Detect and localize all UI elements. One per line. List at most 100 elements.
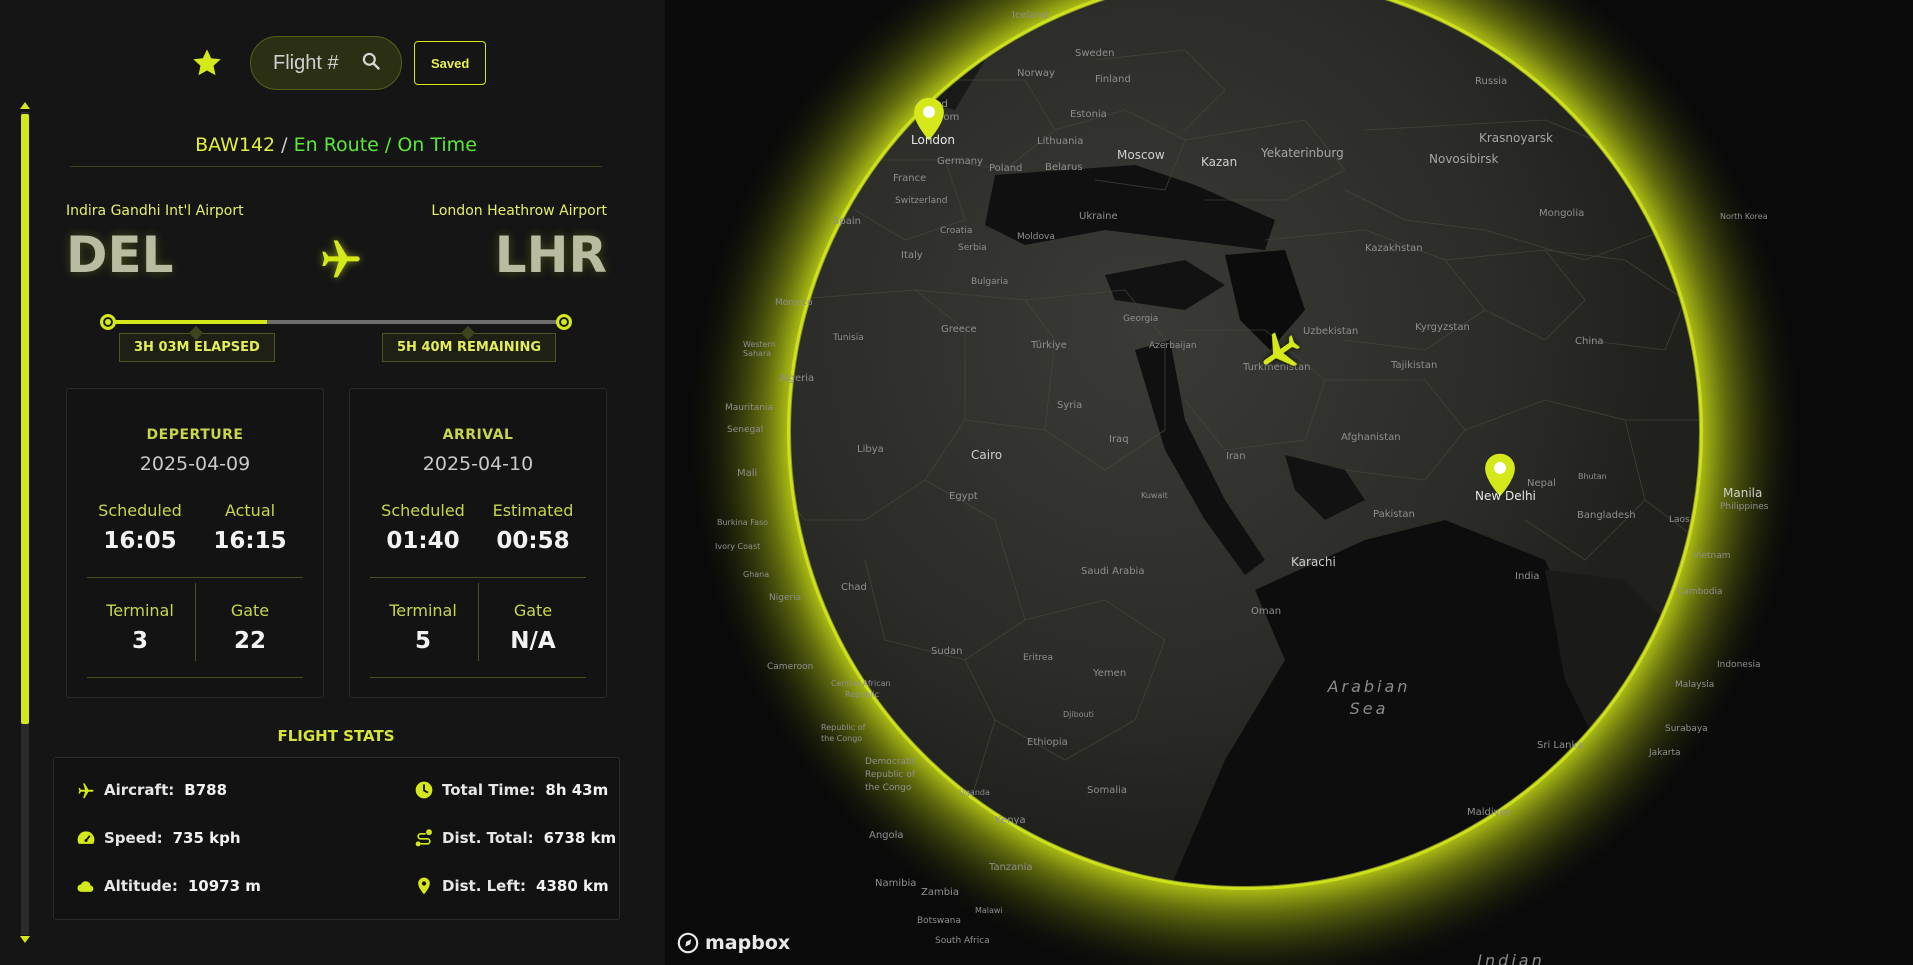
stat-altitude: Altitude: 10973 m [76,876,261,896]
flight-search-box[interactable] [250,36,402,90]
map-label: Somalia [1087,785,1128,796]
stat-dist-total: Dist. Total: 6738 km [414,828,616,848]
arrival-terminal-label: Terminal [389,601,457,620]
map-label: Norway [1017,68,1055,79]
departure-scheduled: Scheduled 16:05 [85,501,195,554]
map-label: Karachi [1291,555,1336,569]
map-label: Philippines [1720,502,1769,512]
map-label: Kazakhstan [1365,243,1423,254]
map-label: Moldova [1017,232,1055,242]
speedometer-icon [77,831,95,844]
map-label: Ukraine [1079,211,1118,222]
map-label: China [1575,336,1604,347]
card-divider [370,577,586,578]
map-label: Eritrea [1023,653,1053,663]
map-label: Greece [941,324,977,335]
map-label: Democratic [865,757,917,767]
map-label: Malaysia [1675,680,1715,690]
origin-airport-name: Indira Gandhi Int'l Airport [66,203,244,219]
departure-gate-value: 22 [233,628,266,654]
map-label: Sweden [1075,48,1115,59]
arrival-date: 2025-04-10 [422,453,534,475]
progress-destination-dot [556,314,572,330]
map-label: Tanzania [989,862,1033,873]
departure-terminal-value: 3 [131,628,148,654]
map-label: Cambodia [1677,587,1723,597]
flight-title-separator: / [275,134,294,156]
map-label: Cairo [971,448,1003,462]
stat-speed: Speed: 735 kph [76,828,241,848]
map-label: Saudi Arabia [1081,566,1145,577]
departure-actual-time: 16:15 [213,528,287,554]
indian-ocean-label: Indian [1477,951,1545,965]
stat-dist-total-value: 6738 km [543,829,617,847]
flight-status-header: BAW142 / En Route / On Time [70,134,602,167]
destination-city-label: London [911,133,955,147]
map-label: Chad [841,582,867,593]
map-label: Finland [1095,74,1131,85]
mapbox-logo-icon [677,932,699,954]
map-label: Manila [1723,486,1763,500]
stat-altitude-value: 10973 m [187,877,261,895]
scroll-down-arrow[interactable] [20,936,30,943]
map-label: Algeria [779,373,815,384]
map-label: the Congo [821,734,863,743]
favorite-star-icon[interactable] [190,46,224,80]
origin-iata-code: DEL [66,226,174,284]
map-label: Türkiye [1031,340,1067,351]
departure-terminal: Terminal 3 [85,601,195,654]
arrival-gate: Gate N/A [478,601,588,654]
saved-flights-button[interactable]: Saved [414,41,487,85]
arrival-scheduled-label: Scheduled [381,501,465,520]
map-label: Nepal [1527,478,1556,489]
search-icon[interactable] [361,51,381,75]
map-label: Iran [1226,451,1246,462]
map-label: South Africa [935,936,990,946]
map-label: Tajikistan [1391,360,1438,371]
map-label: Ghana [743,570,770,579]
stat-aircraft-label: Aircraft: [104,781,175,799]
map-label: Mali [737,468,758,479]
card-divider [87,577,303,578]
mapbox-logo[interactable]: mapbox [677,932,790,954]
map-label: India [1515,571,1540,582]
remaining-time-label: 5H 40M REMAINING [382,333,556,362]
sidebar-scrollbar[interactable] [18,100,32,945]
route-icon [415,829,432,847]
departure-card: DEPERTURE 2025-04-09 Scheduled 16:05 Act… [66,388,324,698]
arrival-title: ARRIVAL [442,427,514,443]
map-label: Serbia [958,243,987,253]
flight-stats-title: FLIGHT STATS [277,727,395,745]
stat-aircraft-value: B788 [184,781,228,799]
map-label: Azerbaijan [1149,341,1197,351]
map-label: Iceland [1012,10,1049,21]
globe-canvas[interactable] [665,0,1913,965]
stat-speed-value: 735 kph [172,829,241,847]
map-label: Lithuania [1037,136,1084,147]
scroll-up-arrow[interactable] [20,102,30,109]
map-label: Bulgaria [971,277,1009,287]
progress-origin-dot [100,314,116,330]
flight-map[interactable]: Iceland Sweden Norway Finland Russia Est… [665,0,1913,965]
map-label: Sudan [931,646,963,657]
card-divider [370,677,586,678]
departure-gate-label: Gate [230,601,270,620]
arrival-card: ARRIVAL 2025-04-10 Scheduled 01:40 Estim… [349,388,607,698]
map-label: Syria [1057,400,1083,411]
map-label: Central African [831,679,891,688]
map-label: Zambia [921,887,959,898]
map-label: Krasnoyarsk [1479,131,1553,145]
map-label: Kenya [995,815,1026,826]
departure-title: DEPERTURE [146,427,244,443]
flight-sidebar: Saved BAW142 / En Route / On Time Indira… [0,0,665,965]
map-label: Djibouti [1063,710,1095,719]
map-label: Italy [901,250,923,261]
map-label: Estonia [1070,109,1107,120]
sea-label-line: Sea [1349,699,1389,718]
flight-number-input[interactable] [273,51,345,75]
map-label: Senegal [727,425,764,435]
map-label: Republic [845,690,880,699]
departure-actual-label: Actual [224,501,276,520]
scrollbar-thumb[interactable] [21,114,29,724]
map-label: Mongolia [1539,208,1585,219]
